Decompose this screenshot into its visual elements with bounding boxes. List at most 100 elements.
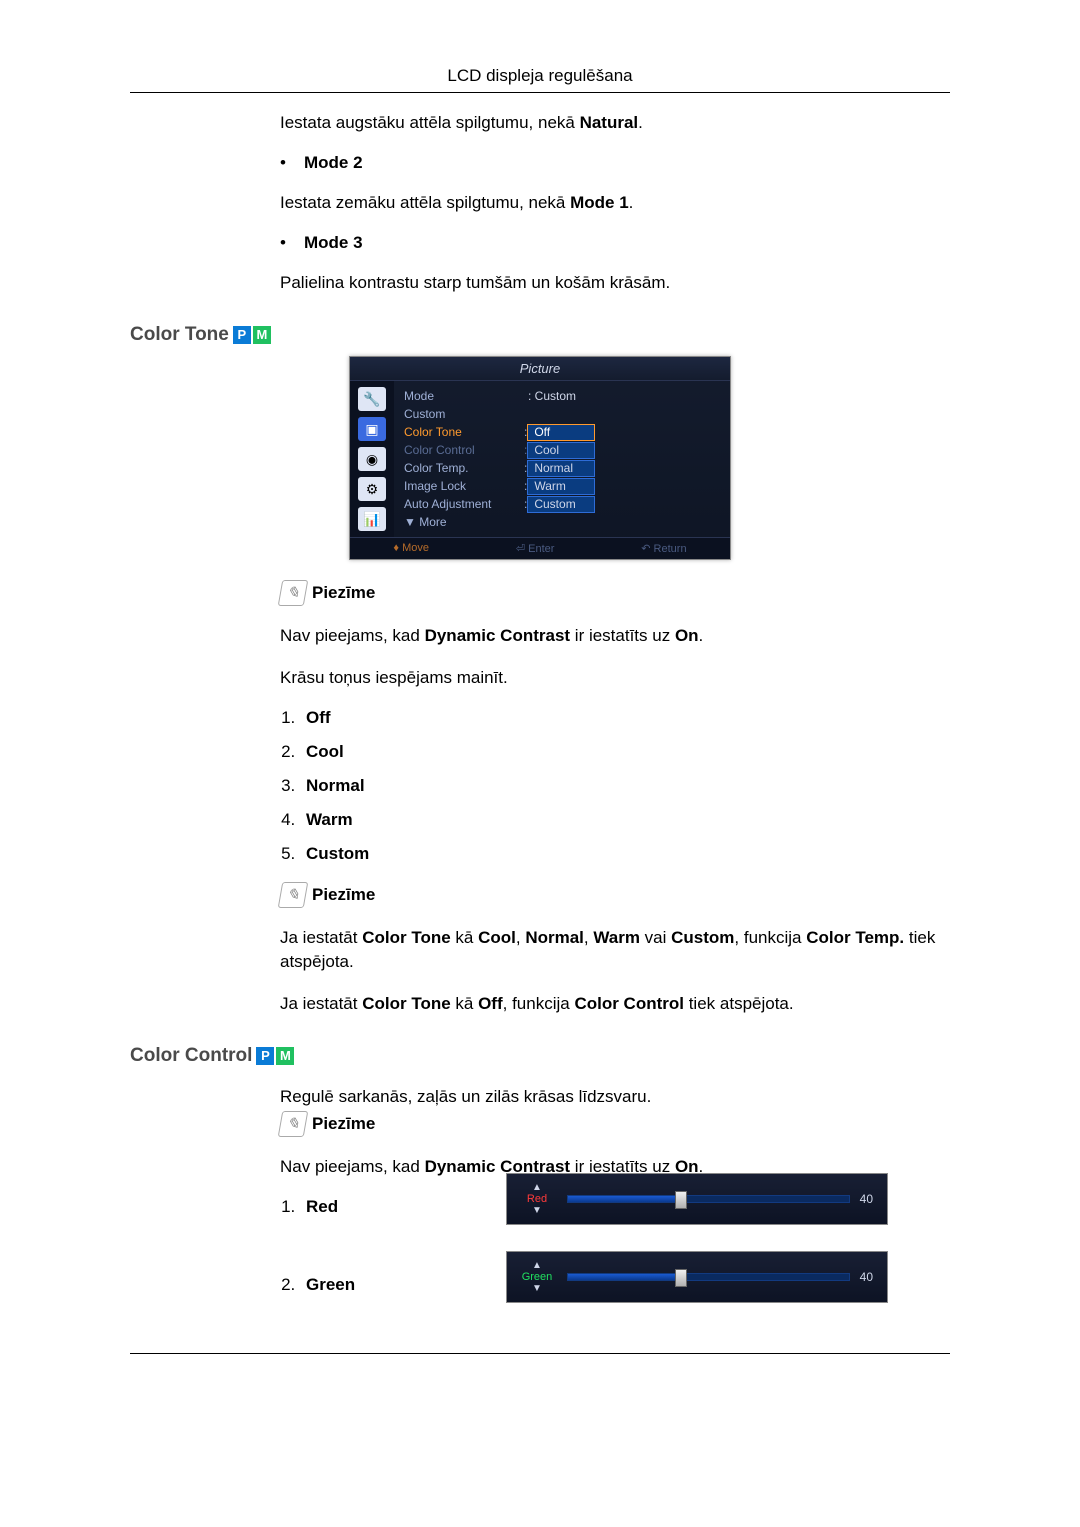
mode3-label: Mode 3 xyxy=(304,233,363,253)
osd-list: Mode: Custom Custom Color Tone: Off Colo… xyxy=(394,381,730,537)
osd-option[interactable]: Normal xyxy=(527,460,595,477)
text-bold: On xyxy=(675,1157,699,1176)
note-row: ✎ Piezīme xyxy=(280,1111,950,1137)
osd-side-icon[interactable]: 📊 xyxy=(358,507,386,531)
arrow-up-icon[interactable]: ▲ xyxy=(507,1260,567,1271)
divider xyxy=(130,92,950,93)
osd-label: Color Control xyxy=(404,443,524,457)
note-row: ✎ Piezīme xyxy=(280,882,950,908)
bullet-dot: • xyxy=(280,153,304,173)
note3-line: Ja iestatāt Color Tone kā Off, funkcija … xyxy=(280,992,950,1016)
slider-track[interactable] xyxy=(567,1195,850,1203)
note-icon: ✎ xyxy=(278,1111,309,1137)
osd-row-selected[interactable]: Color Tone: Off xyxy=(404,423,726,441)
bullet-dot: • xyxy=(280,233,304,253)
osd-foot-return: ↶ Return xyxy=(641,542,686,555)
opt-custom: Custom xyxy=(306,844,369,863)
slider-value: 40 xyxy=(860,1192,873,1206)
arrow-up-icon[interactable]: ▲ xyxy=(507,1182,567,1193)
osd-label: Mode xyxy=(404,389,524,403)
text-bold: Off xyxy=(478,994,503,1013)
osd-foot-move: ♦ Move xyxy=(393,542,429,555)
text: Nav pieejams, kad xyxy=(280,626,425,645)
badge-m-icon: M xyxy=(253,326,271,344)
list-item: Custom xyxy=(300,844,950,864)
slider-label-col: ▲ Green ▼ xyxy=(507,1260,567,1294)
osd-row-more[interactable]: ▼ More xyxy=(404,513,726,531)
list-item: Normal xyxy=(300,776,950,796)
change-tones-line: Krāsu toņus iespējams mainīt. xyxy=(280,666,950,690)
opt-warm: Warm xyxy=(306,810,353,829)
osd-title: Picture xyxy=(350,357,730,381)
osd-option[interactable]: Off xyxy=(527,424,595,441)
color-tone-options: Off Cool Normal Warm Custom xyxy=(280,708,950,864)
text: , funkcija xyxy=(503,994,575,1013)
badge-p-icon: P xyxy=(233,326,251,344)
section-color-tone: Color Tone P M xyxy=(130,324,950,346)
slider-thumb[interactable] xyxy=(675,1191,687,1209)
text: ir iestatīts uz xyxy=(570,626,675,645)
osd-side-icons: 🔧 ▣ ◉ ⚙ 📊 xyxy=(350,381,394,537)
osd-row[interactable]: Custom xyxy=(404,405,726,423)
osd-row[interactable]: Auto Adjustment: Custom xyxy=(404,495,726,513)
osd-option[interactable]: Custom xyxy=(527,496,595,513)
opt-normal: Normal xyxy=(306,776,365,795)
mode2-desc: Iestata zemāku attēla spilgtumu, nekā Mo… xyxy=(280,191,950,215)
text: Iestata zemāku attēla spilgtumu, nekā xyxy=(280,193,570,212)
text-bold: Color Tone xyxy=(362,994,450,1013)
list-item: Off xyxy=(300,708,950,728)
osd-side-icon[interactable]: 🔧 xyxy=(358,387,386,411)
note-label: Piezīme xyxy=(312,583,375,603)
osd-row[interactable]: Color Temp.: Normal xyxy=(404,459,726,477)
item-green-label: Green xyxy=(306,1275,355,1294)
osd-label: Color Temp. xyxy=(404,461,524,475)
arrow-down-icon[interactable]: ▼ xyxy=(507,1283,567,1294)
slider-thumb[interactable] xyxy=(675,1269,687,1287)
osd-side-icon[interactable]: ⚙ xyxy=(358,477,386,501)
osd-side-icon[interactable]: ▣ xyxy=(358,417,386,441)
arrow-down-icon[interactable]: ▼ xyxy=(507,1205,567,1216)
text-bold: Dynamic Contrast xyxy=(425,1157,570,1176)
list-item-red: Red ▲ Red ▼ 40 xyxy=(300,1197,950,1225)
slider-value: 40 xyxy=(860,1270,873,1284)
color-control-list: Red ▲ Red ▼ 40 xyxy=(280,1197,950,1303)
osd-label: ▼ More xyxy=(404,515,524,529)
list-item: Warm xyxy=(300,810,950,830)
section-title-text: Color Tone xyxy=(130,324,229,346)
note2-line: Ja iestatāt Color Tone kā Cool, Normal, … xyxy=(280,926,950,974)
item-red-label: Red xyxy=(306,1197,338,1216)
text-bold: On xyxy=(675,626,699,645)
mode2-label: Mode 2 xyxy=(304,153,363,173)
text-bold: Dynamic Contrast xyxy=(425,626,570,645)
badge-m-icon: M xyxy=(276,1047,294,1065)
text-bold: Warm xyxy=(593,928,640,947)
mode3-bullet: • Mode 3 xyxy=(280,233,950,253)
text: , funkcija xyxy=(734,928,806,947)
osd-row[interactable]: Color Control: Cool xyxy=(404,441,726,459)
section-color-control: Color Control P M xyxy=(130,1045,950,1067)
list-item: Cool xyxy=(300,742,950,762)
osd-foot-enter: ⏎ Enter xyxy=(516,542,555,555)
slider-red: ▲ Red ▼ 40 xyxy=(506,1173,888,1225)
osd-option[interactable]: Warm xyxy=(527,478,595,495)
note-icon: ✎ xyxy=(278,580,309,606)
slider-color-label: Red xyxy=(507,1193,567,1205)
text-bold: Natural xyxy=(580,113,639,132)
text: tiek atspējota. xyxy=(684,994,794,1013)
osd-label: Color Tone xyxy=(404,425,524,439)
osd-row[interactable]: Image Lock: Warm xyxy=(404,477,726,495)
badge-p-icon: P xyxy=(256,1047,274,1065)
osd-side-icon[interactable]: ◉ xyxy=(358,447,386,471)
slider-track[interactable] xyxy=(567,1273,850,1281)
osd-option[interactable]: Cool xyxy=(527,442,595,459)
slider-fill xyxy=(568,1274,680,1280)
osd-row[interactable]: Mode: Custom xyxy=(404,387,726,405)
text: Nav pieejams, kad xyxy=(280,1157,425,1176)
osd-value: : Custom xyxy=(524,389,726,403)
divider xyxy=(130,1353,950,1354)
slider-label-col: ▲ Red ▼ xyxy=(507,1182,567,1216)
text: Ja iestatāt xyxy=(280,994,362,1013)
text: kā xyxy=(451,994,478,1013)
text-bold: Color Tone xyxy=(362,928,450,947)
text-bold: Color Temp. xyxy=(806,928,904,947)
